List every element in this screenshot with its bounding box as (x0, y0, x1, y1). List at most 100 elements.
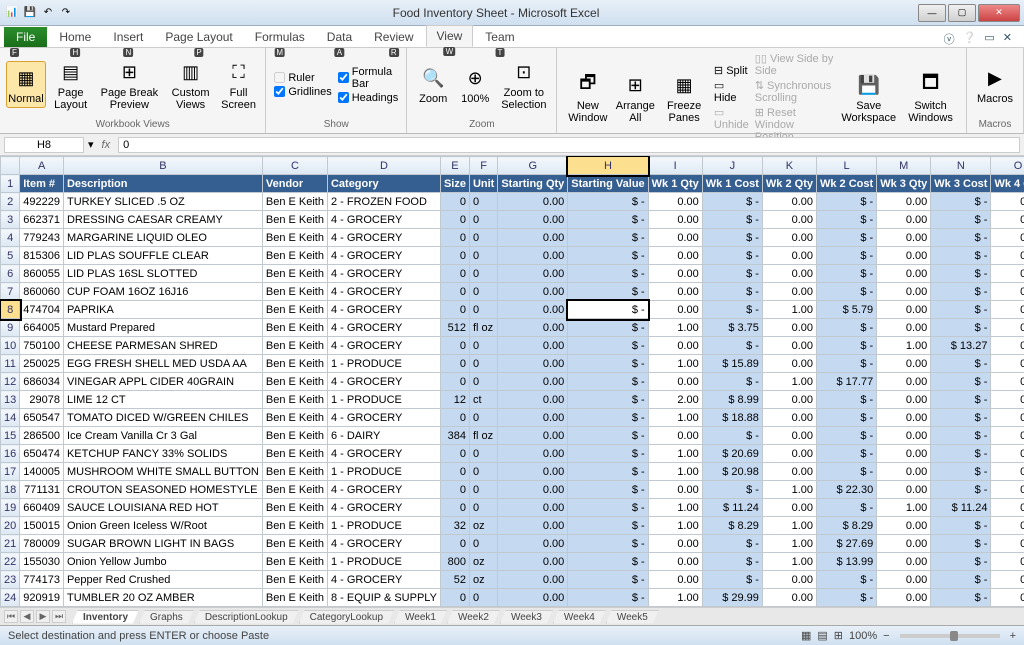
cell[interactable]: SUGAR BROWN LIGHT IN BAGS (63, 535, 262, 553)
cell[interactable]: 1.00 (648, 463, 702, 481)
cell[interactable]: $ - (568, 265, 648, 283)
cell[interactable]: Ben E Keith (262, 283, 327, 301)
cell[interactable]: Ben E Keith (262, 301, 327, 319)
cell[interactable]: $ - (817, 355, 877, 373)
row-header[interactable]: 8 (1, 301, 20, 319)
cell[interactable]: $ 13.99 (817, 553, 877, 571)
row-header[interactable]: 21 (1, 535, 20, 553)
col-header[interactable]: B (63, 157, 262, 175)
cell[interactable]: 0.00 (991, 499, 1024, 517)
row-header[interactable]: 7 (1, 283, 20, 301)
close-button[interactable]: ✕ (978, 4, 1020, 22)
cell[interactable]: 0.00 (648, 427, 702, 445)
cell[interactable]: $ - (702, 193, 762, 211)
cell[interactable]: $ - (568, 589, 648, 607)
cell[interactable]: 4 - GROCERY (327, 247, 440, 265)
cell[interactable]: 0 (440, 283, 469, 301)
cell[interactable]: 4 - GROCERY (327, 445, 440, 463)
cell[interactable]: 4 - GROCERY (327, 409, 440, 427)
cell[interactable]: $ - (931, 463, 991, 481)
cell[interactable]: $ - (931, 517, 991, 535)
name-box[interactable] (4, 137, 84, 153)
cell[interactable]: 0.00 (498, 499, 568, 517)
cell[interactable]: 1.00 (762, 517, 816, 535)
cell[interactable]: ct (469, 391, 497, 409)
table-header-cell[interactable]: Wk 3 Cost (931, 175, 991, 193)
cell[interactable]: $ - (702, 373, 762, 391)
cell[interactable]: 4 - GROCERY (327, 481, 440, 499)
cell[interactable]: 4 - GROCERY (327, 499, 440, 517)
cell[interactable]: Ben E Keith (262, 355, 327, 373)
cell[interactable]: $ - (931, 211, 991, 229)
row-header[interactable]: 5 (1, 247, 20, 265)
cell[interactable]: $ - (817, 229, 877, 247)
row-header[interactable]: 14 (1, 409, 20, 427)
cell[interactable]: $ - (702, 229, 762, 247)
cell[interactable]: $ - (568, 301, 648, 319)
switch-windows-button[interactable]: 🗖Switch Windows (901, 69, 960, 126)
cell[interactable]: 4 - GROCERY (327, 229, 440, 247)
cell[interactable]: 0.00 (498, 283, 568, 301)
new-window-button[interactable]: 🗗New Window (563, 69, 612, 126)
cell[interactable]: 664005 (20, 319, 64, 337)
table-header-cell[interactable]: Wk 1 Cost (702, 175, 762, 193)
row-header[interactable]: 9 (1, 319, 20, 337)
cell[interactable]: $ - (817, 427, 877, 445)
cell[interactable]: $ - (568, 283, 648, 301)
cell[interactable]: $ - (931, 427, 991, 445)
cell[interactable]: 780009 (20, 535, 64, 553)
cell[interactable]: PAPRIKA (63, 301, 262, 319)
col-header[interactable]: J (702, 157, 762, 175)
cell[interactable]: 0 (440, 265, 469, 283)
save-workspace-button[interactable]: 💾Save Workspace (838, 69, 899, 126)
cell[interactable]: 0.00 (877, 445, 931, 463)
cell[interactable]: 660409 (20, 499, 64, 517)
table-header-cell[interactable]: Wk 1 Qty (648, 175, 702, 193)
cell[interactable]: $ - (817, 409, 877, 427)
tab-review[interactable]: ReviewR (364, 27, 423, 47)
cell[interactable]: 0.00 (877, 409, 931, 427)
cell[interactable]: SAUCE LOUISIANA RED HOT (63, 499, 262, 517)
formula-bar-checkbox[interactable]: Formula Bar (338, 66, 398, 90)
cell[interactable]: 0.00 (991, 553, 1024, 571)
cell[interactable]: $ - (702, 337, 762, 355)
cell[interactable]: Onion Green Iceless W/Root (63, 517, 262, 535)
cell[interactable]: $ - (568, 409, 648, 427)
cell[interactable]: 0.00 (991, 319, 1024, 337)
cell[interactable]: 140005 (20, 463, 64, 481)
cell[interactable]: 0.00 (498, 193, 568, 211)
page-break-button[interactable]: ⊞Page Break Preview (95, 56, 163, 113)
cell[interactable]: $ - (568, 229, 648, 247)
cell[interactable]: $ - (931, 589, 991, 607)
cell[interactable]: 0.00 (498, 589, 568, 607)
cell[interactable]: 815306 (20, 247, 64, 265)
row-header[interactable]: 18 (1, 481, 20, 499)
sheet-tab-week3[interactable]: Week3 (500, 610, 553, 624)
row-header[interactable]: 24 (1, 589, 20, 607)
cell[interactable]: $ - (702, 571, 762, 589)
cell[interactable]: 771131 (20, 481, 64, 499)
cell[interactable]: oz (469, 571, 497, 589)
cell[interactable]: 0 (440, 301, 469, 319)
tab-formulas[interactable]: FormulasM (245, 27, 315, 47)
row-header[interactable]: 1 (1, 175, 20, 193)
table-header-cell[interactable]: Unit (469, 175, 497, 193)
cell[interactable]: 0.00 (877, 463, 931, 481)
cell[interactable]: 0.00 (648, 247, 702, 265)
name-box-dropdown-icon[interactable]: ▾ (88, 138, 94, 151)
cell[interactable]: TURKEY SLICED .5 OZ (63, 193, 262, 211)
cell[interactable]: 0.00 (877, 211, 931, 229)
cell[interactable]: $ - (702, 265, 762, 283)
cell[interactable]: $ 27.69 (817, 535, 877, 553)
cell[interactable]: $ - (702, 211, 762, 229)
cell[interactable]: 0.00 (877, 265, 931, 283)
cell[interactable]: 0.00 (877, 589, 931, 607)
cell[interactable]: 800 (440, 553, 469, 571)
tab-next-icon[interactable]: ▶ (36, 610, 50, 623)
cell[interactable]: 0 (440, 247, 469, 265)
cell[interactable]: Ben E Keith (262, 373, 327, 391)
row-header[interactable]: 17 (1, 463, 20, 481)
cell[interactable]: $ - (931, 373, 991, 391)
cell[interactable]: Ben E Keith (262, 337, 327, 355)
cell[interactable]: 1.00 (762, 373, 816, 391)
